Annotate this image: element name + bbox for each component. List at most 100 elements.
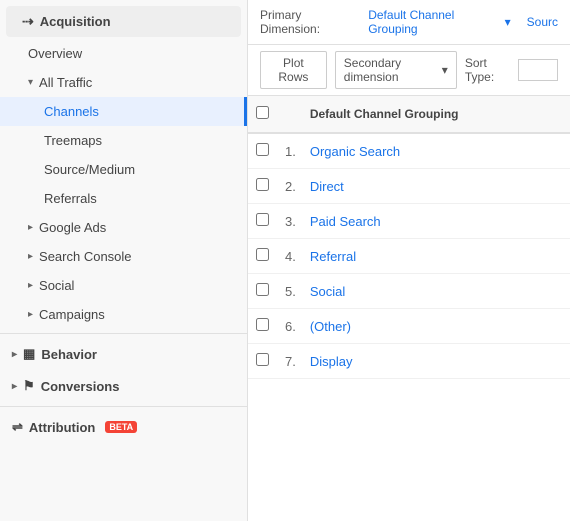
row-label[interactable]: Referral [302, 239, 546, 274]
sidebar-item-conversions[interactable]: ▸ ⚑ Conversions [0, 370, 247, 402]
row-checkbox[interactable] [248, 274, 277, 309]
header-num-col [277, 96, 302, 133]
row-checkbox-input[interactable] [256, 318, 269, 331]
row-metrics [546, 309, 570, 344]
channel-link[interactable]: Social [310, 284, 345, 299]
row-label[interactable]: Social [302, 274, 546, 309]
sidebar-item-label: Campaigns [39, 307, 105, 322]
channel-link[interactable]: Direct [310, 179, 344, 194]
sidebar-item-label: Channels [44, 104, 99, 119]
table-body: 1. Organic Search 2. Direct 3. Paid Sear… [248, 133, 570, 379]
row-metrics [546, 133, 570, 169]
primary-dim-selected: Default Channel Grouping [368, 8, 500, 36]
header-channel-label: Default Channel Grouping [310, 107, 459, 121]
sidebar-item-label: Social [39, 278, 74, 293]
row-metrics [546, 344, 570, 379]
row-checkbox[interactable] [248, 169, 277, 204]
sidebar-item-behavior[interactable]: ▸ ▦ Behavior [0, 338, 247, 370]
channel-link[interactable]: Referral [310, 249, 356, 264]
secondary-dimension-dropdown[interactable]: Secondary dimension ▾ [335, 51, 457, 89]
sidebar-item-label: Google Ads [39, 220, 106, 235]
channel-link[interactable]: Organic Search [310, 144, 400, 159]
row-num: 7. [277, 344, 302, 379]
sidebar-item-acquisition[interactable]: ⇢ Acquisition [6, 6, 241, 37]
sidebar-item-label: Treemaps [44, 133, 102, 148]
sidebar-item-search-console[interactable]: ▸ Search Console [0, 242, 247, 271]
row-num: 1. [277, 133, 302, 169]
sidebar-divider-2 [0, 406, 247, 407]
row-label[interactable]: Display [302, 344, 546, 379]
select-all-checkbox[interactable] [256, 106, 269, 119]
sidebar-item-google-ads[interactable]: ▸ Google Ads [0, 213, 247, 242]
table-row: 6. (Other) [248, 309, 570, 344]
sidebar-item-channels[interactable]: Channels [0, 97, 247, 126]
table-row: 7. Display [248, 344, 570, 379]
sidebar-item-label: Conversions [41, 379, 120, 394]
sidebar-item-campaigns[interactable]: ▸ Campaigns [0, 300, 247, 329]
sidebar-divider [0, 333, 247, 334]
row-label[interactable]: Paid Search [302, 204, 546, 239]
primary-dim-label: Primary Dimension: [260, 8, 360, 36]
sidebar-item-label: Attribution [29, 420, 95, 435]
chevron-right-icon: ▸ [28, 309, 33, 320]
toolbar-row: Plot Rows Secondary dimension ▾ Sort Typ… [248, 45, 570, 96]
source-link[interactable]: Sourc [527, 15, 558, 29]
row-label[interactable]: (Other) [302, 309, 546, 344]
sidebar-item-label: Acquisition [40, 14, 111, 29]
table-row: 2. Direct [248, 169, 570, 204]
row-metrics [546, 274, 570, 309]
row-label[interactable]: Organic Search [302, 133, 546, 169]
table-row: 4. Referral [248, 239, 570, 274]
sidebar: ⇢ Acquisition Overview ▾ All Traffic Cha… [0, 0, 248, 521]
sort-type-input[interactable] [518, 59, 558, 81]
attribution-icon: ⇌ [12, 419, 23, 435]
row-checkbox[interactable] [248, 344, 277, 379]
channel-link[interactable]: (Other) [310, 319, 351, 334]
header-metrics-col [546, 96, 570, 133]
table-area: Default Channel Grouping 1. Organic Sear… [248, 96, 570, 521]
chevron-down-icon: ▾ [28, 77, 33, 88]
row-checkbox-input[interactable] [256, 213, 269, 226]
row-checkbox[interactable] [248, 204, 277, 239]
chevron-right-icon: ▸ [28, 280, 33, 291]
row-num: 4. [277, 239, 302, 274]
sort-type-label: Sort Type: [465, 56, 510, 84]
behavior-icon: ▦ [23, 346, 35, 362]
row-checkbox[interactable] [248, 239, 277, 274]
sidebar-item-referrals[interactable]: Referrals [0, 184, 247, 213]
sidebar-item-label: All Traffic [39, 75, 92, 90]
plot-rows-button[interactable]: Plot Rows [260, 51, 327, 89]
sidebar-item-label: Search Console [39, 249, 132, 264]
row-checkbox[interactable] [248, 309, 277, 344]
sidebar-item-attribution[interactable]: ⇌ Attribution BETA [0, 411, 247, 443]
sidebar-item-label: Behavior [41, 347, 97, 362]
channel-link[interactable]: Paid Search [310, 214, 381, 229]
sidebar-item-treemaps[interactable]: Treemaps [0, 126, 247, 155]
sidebar-item-social[interactable]: ▸ Social [0, 271, 247, 300]
table-row: 1. Organic Search [248, 133, 570, 169]
row-checkbox-input[interactable] [256, 353, 269, 366]
sidebar-item-label: Source/Medium [44, 162, 135, 177]
row-metrics [546, 239, 570, 274]
row-checkbox[interactable] [248, 133, 277, 169]
row-metrics [546, 204, 570, 239]
chevron-right-icon: ▸ [12, 349, 17, 360]
row-checkbox-input[interactable] [256, 178, 269, 191]
sidebar-item-overview[interactable]: Overview [0, 39, 247, 68]
sidebar-item-label: Overview [28, 46, 82, 61]
primary-dim-dropdown[interactable]: Default Channel Grouping ▾ [368, 8, 510, 36]
channel-link[interactable]: Display [310, 354, 353, 369]
sidebar-item-all-traffic[interactable]: ▾ All Traffic [0, 68, 247, 97]
row-num: 5. [277, 274, 302, 309]
table-row: 5. Social [248, 274, 570, 309]
row-label[interactable]: Direct [302, 169, 546, 204]
chevron-right-icon: ▸ [12, 381, 17, 392]
primary-dimension-bar: Primary Dimension: Default Channel Group… [248, 0, 570, 45]
row-checkbox-input[interactable] [256, 248, 269, 261]
main-content: Primary Dimension: Default Channel Group… [248, 0, 570, 521]
secondary-dim-label: Secondary dimension [344, 56, 438, 84]
header-checkbox-col [248, 96, 277, 133]
sidebar-item-source-medium[interactable]: Source/Medium [0, 155, 247, 184]
row-checkbox-input[interactable] [256, 143, 269, 156]
row-checkbox-input[interactable] [256, 283, 269, 296]
